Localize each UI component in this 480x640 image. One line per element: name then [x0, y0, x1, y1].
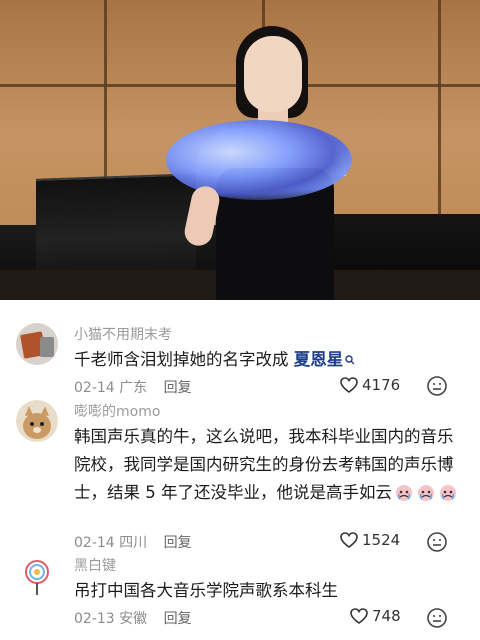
- heart-icon: [340, 532, 358, 552]
- reply-button[interactable]: 回复: [164, 611, 192, 627]
- highlight-link[interactable]: 夏恩星: [294, 350, 344, 369]
- comment-item: 黑白键 吊打中国各大音乐学院声歌系本科生 02-13 安徽 回复 748: [0, 555, 480, 640]
- avatar[interactable]: [16, 323, 58, 365]
- comment-text: 吊打中国各大音乐学院声歌系本科生: [74, 581, 338, 600]
- comment-date: 02-14: [74, 380, 115, 396]
- username[interactable]: 小猫不用期末考: [74, 324, 172, 344]
- ke-emoji-icon: [416, 482, 436, 502]
- comment-item: 嘭嘭的momo 韩国声乐真的牛，这么说吧，我本科毕业国内的音乐院校，我同学是国内…: [0, 400, 480, 555]
- like-count: 748: [372, 607, 401, 625]
- reply-button[interactable]: 回复: [164, 535, 192, 551]
- reply-button[interactable]: 回复: [164, 380, 192, 396]
- ke-emoji-icon: [394, 482, 414, 502]
- emoji-reaction-icon[interactable]: [426, 531, 448, 553]
- comment-text-prefix: 千老师含泪划掉她的名字改成: [74, 350, 294, 369]
- username[interactable]: 黑白键: [74, 555, 116, 575]
- like-button[interactable]: 4176: [340, 376, 400, 397]
- ke-emoji-icon: [438, 482, 458, 502]
- like-button[interactable]: 1524: [340, 531, 400, 552]
- comment-item: 小猫不用期末考 千老师含泪划掉她的名字改成 夏恩星 02-14 广东 回复 41…: [0, 300, 480, 400]
- like-button[interactable]: 748: [350, 607, 401, 628]
- comment-meta: 02-14 四川 回复: [74, 532, 192, 552]
- like-count: 1524: [362, 531, 401, 549]
- singer-face: [244, 36, 302, 112]
- comment-date: 02-13: [74, 611, 115, 627]
- heart-icon: [350, 608, 368, 628]
- comment-meta: 02-13 安徽 回复: [74, 608, 192, 628]
- comment-location: 安徽: [119, 611, 148, 627]
- video-still[interactable]: [0, 0, 480, 300]
- heart-icon: [340, 377, 358, 397]
- like-count: 4176: [362, 376, 401, 394]
- comment-text: 韩国声乐真的牛，这么说吧，我本科毕业国内的音乐院校，我同学是国内研究生的身份去考…: [74, 423, 458, 507]
- search-icon[interactable]: [345, 346, 355, 374]
- avatar[interactable]: [16, 400, 58, 442]
- comment-date: 02-14: [74, 535, 115, 551]
- comment-location: 四川: [119, 535, 148, 551]
- username[interactable]: 嘭嘭的momo: [74, 401, 160, 421]
- comment-text: 千老师含泪划掉她的名字改成 夏恩星: [74, 346, 458, 374]
- avatar[interactable]: [16, 555, 58, 597]
- dress-ruffle: [166, 120, 352, 200]
- emoji-reaction-icon[interactable]: [426, 607, 448, 629]
- comment-location: 广东: [119, 380, 148, 396]
- emoji-reaction-icon[interactable]: [426, 375, 448, 397]
- comment-meta: 02-14 广东 回复: [74, 377, 192, 397]
